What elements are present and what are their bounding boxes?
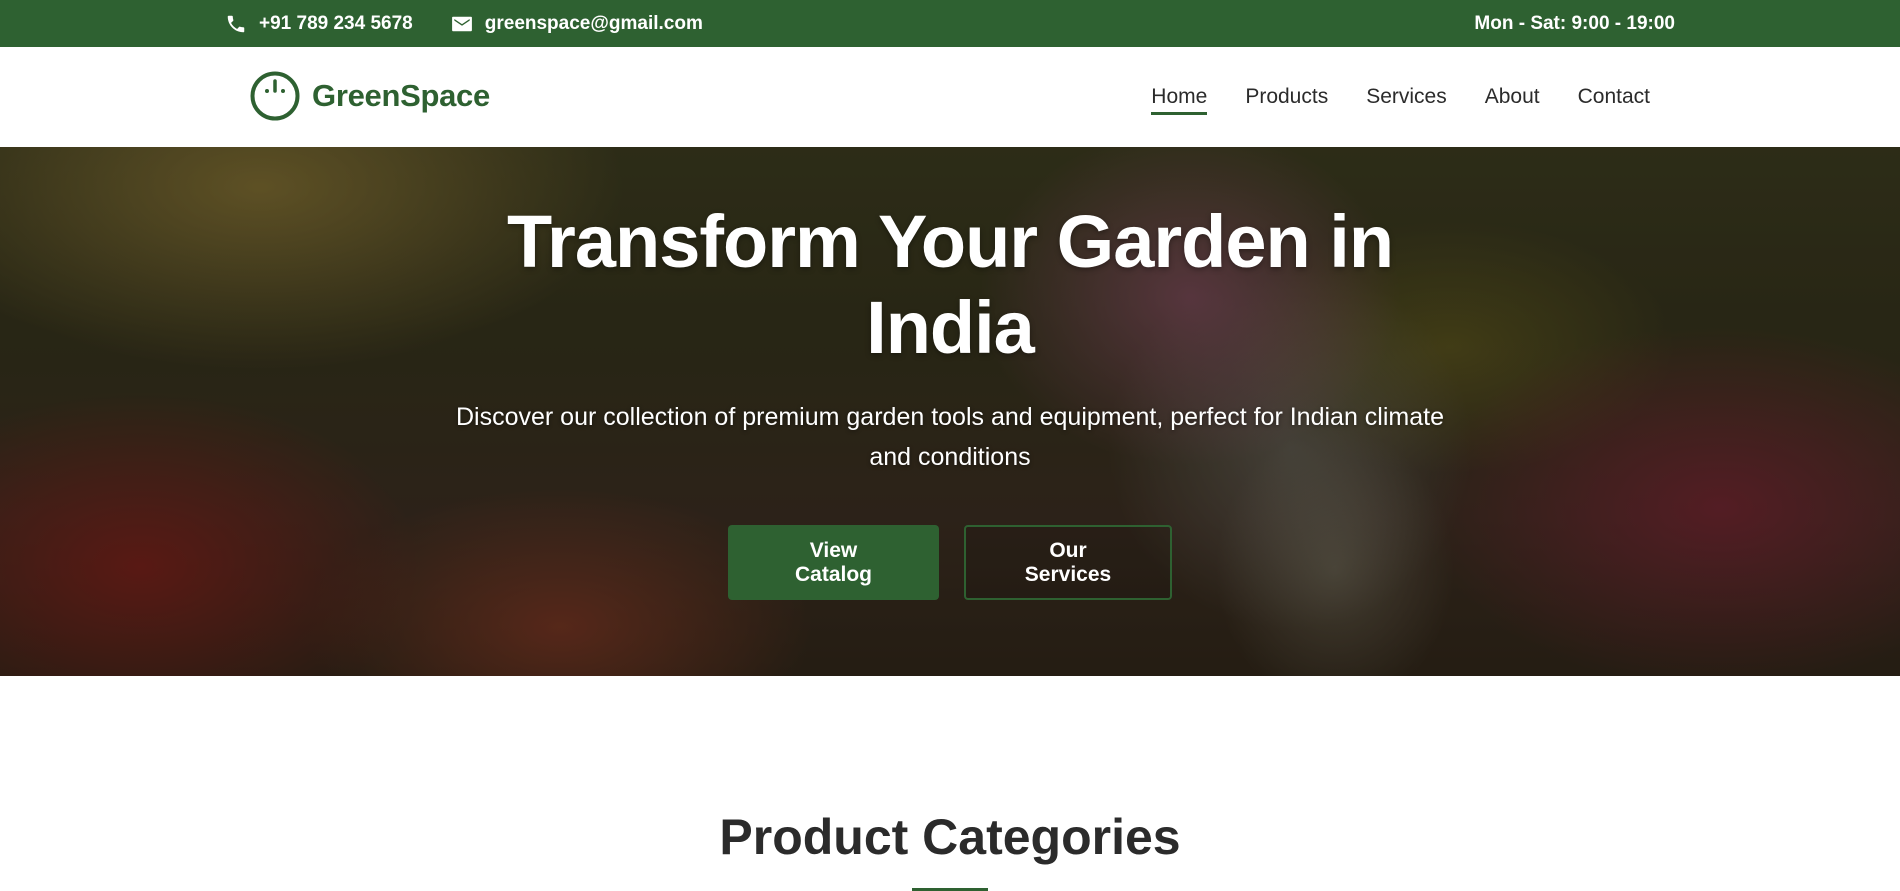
hero-subtitle: Discover our collection of premium garde…: [455, 403, 1444, 471]
hero-actions: View Catalog Our Services: [0, 525, 1900, 600]
hero-banner: Transform Your Garden in India Discover …: [0, 147, 1900, 676]
nav-home[interactable]: Home: [1151, 79, 1208, 115]
phone-contact[interactable]: +91 789 234 5678: [225, 13, 413, 35]
nav-products[interactable]: Products: [1245, 79, 1328, 115]
top-contact-bar: +91 789 234 5678 greenspace@gmail.com Mo…: [0, 0, 1900, 47]
email-contact[interactable]: greenspace@gmail.com: [451, 13, 703, 35]
nav-contact[interactable]: Contact: [1578, 79, 1650, 115]
our-services-button[interactable]: Our Services: [964, 525, 1172, 600]
nav-about[interactable]: About: [1485, 79, 1540, 115]
phone-number: +91 789 234 5678: [259, 12, 413, 34]
business-hours: Mon - Sat: 9:00 - 19:00: [1474, 12, 1675, 34]
logo[interactable]: GreenSpace: [250, 71, 490, 121]
logo-text: GreenSpace: [312, 78, 490, 113]
mail-icon: [451, 16, 472, 31]
section-title-categories: Product Categories: [719, 809, 1181, 865]
site-header: GreenSpace Home Products Services About …: [0, 47, 1900, 147]
email-address: greenspace@gmail.com: [484, 12, 703, 34]
contact-info: +91 789 234 5678 greenspace@gmail.com: [225, 13, 703, 35]
view-catalog-button[interactable]: View Catalog: [728, 525, 939, 600]
hero-title: Transform Your Garden in India: [506, 200, 1394, 369]
power-plug-logo-icon: [250, 71, 300, 121]
nav-services[interactable]: Services: [1366, 79, 1447, 115]
phone-icon: [227, 15, 245, 32]
main-nav: Home Products Services About Contact: [1151, 47, 1650, 147]
